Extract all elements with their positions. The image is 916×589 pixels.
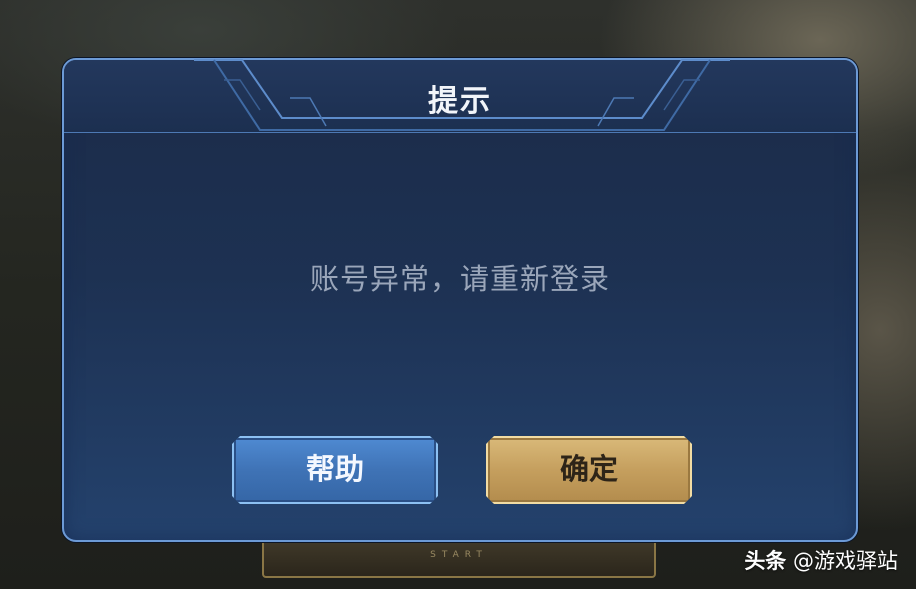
watermark: 头条 @游戏驿站 (744, 545, 898, 575)
watermark-handle: @游戏驿站 (793, 549, 898, 573)
alert-dialog: 提示 账号异常，请重新登录 帮助 确定 (62, 58, 858, 542)
dialog-header: 提示 (64, 59, 856, 133)
dialog-title: 提示 (428, 84, 492, 119)
watermark-brand: 头条 (744, 549, 787, 573)
start-label: START (430, 550, 488, 560)
dialog-message: 账号异常，请重新登录 (309, 262, 610, 296)
confirm-button[interactable]: 确定 (486, 436, 692, 504)
help-button[interactable]: 帮助 (232, 436, 438, 504)
